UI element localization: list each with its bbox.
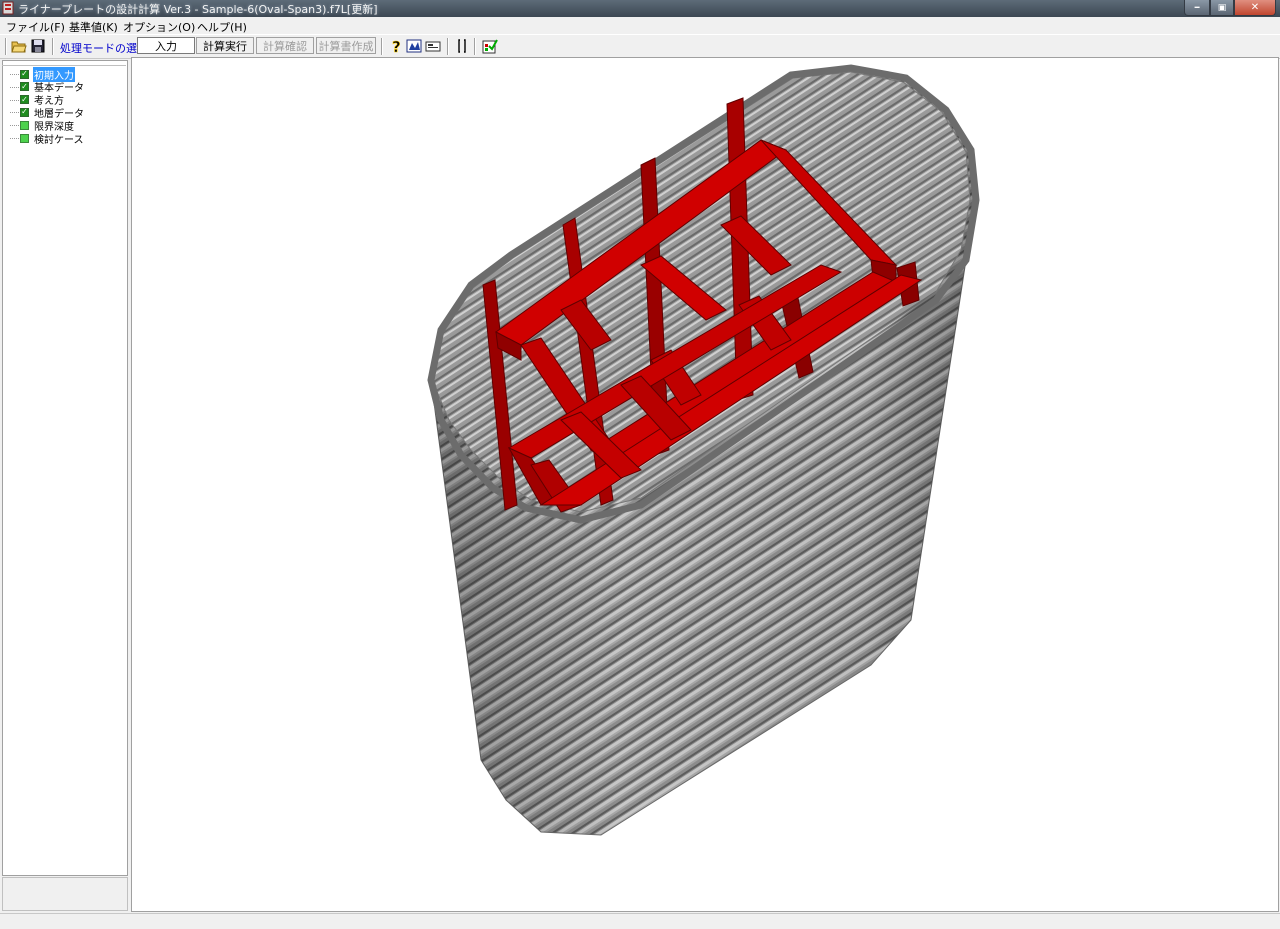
- close-icon: ✕: [1250, 2, 1260, 13]
- 3d-model-viewport[interactable]: [131, 57, 1279, 912]
- checked-box-icon[interactable]: ✓: [20, 107, 29, 117]
- menu-file[interactable]: ファイル(F): [6, 19, 65, 35]
- svg-text:?: ?: [392, 38, 401, 54]
- menu-bar: ファイル(F) 基準値(K) オプション(O) ヘルプ(H): [0, 17, 1280, 34]
- tree-connector-line: [10, 138, 19, 139]
- tree-item[interactable]: ✓ 考え方: [20, 94, 65, 107]
- title-bar: ライナープレートの設計計算 Ver.3 - Sample-6(Oval-Span…: [0, 0, 1280, 17]
- tree-item[interactable]: 限界深度: [20, 119, 75, 133]
- menu-standard[interactable]: 基準値(K): [69, 19, 118, 35]
- tree-item[interactable]: 検討ケース: [20, 132, 85, 146]
- menu-help[interactable]: ヘルプ(H): [197, 19, 247, 35]
- checked-box-icon[interactable]: ✓: [20, 82, 29, 92]
- calc-check-label: 計算確認: [263, 39, 307, 53]
- navigation-tree-pane: [2, 60, 128, 876]
- tree-pane-footer: [2, 877, 128, 911]
- checklist-icon[interactable]: [482, 38, 498, 54]
- tree-pane-header: [2, 61, 126, 66]
- mode-select-label: 処理モードの選択: [60, 42, 148, 55]
- calc-run-button[interactable]: 計算実行: [196, 37, 254, 54]
- maximize-button[interactable]: ▣: [1210, 0, 1234, 16]
- maximize-icon: ▣: [1217, 2, 1227, 13]
- tree-item[interactable]: ✓ 地層データ: [20, 106, 85, 120]
- shaft-3d-model: [427, 64, 980, 836]
- tree-connector-line: [10, 125, 19, 127]
- unchecked-box-icon[interactable]: [20, 120, 29, 130]
- tree-connector-line: [10, 86, 19, 88]
- minimize-icon: ━: [1194, 3, 1200, 12]
- checked-box-icon[interactable]: ✓: [20, 95, 29, 105]
- input-mode-label: 入力: [155, 39, 177, 53]
- tree-item[interactable]: ✓ 初期入力: [20, 66, 75, 82]
- save-disk-icon[interactable]: [30, 38, 46, 54]
- toolbar-grip: [5, 38, 7, 55]
- toolbar: 処理モードの選択 入力 計算実行 計算確認 計算書作成 ?: [0, 34, 1280, 59]
- window-title: ライナープレートの設計計算 Ver.3 - Sample-6(Oval-Span…: [18, 3, 378, 16]
- tree-connector-line: [10, 112, 19, 114]
- close-button[interactable]: ✕: [1234, 0, 1276, 16]
- app-icon: [2, 1, 14, 15]
- calc-check-button[interactable]: 計算確認: [256, 37, 314, 54]
- tree-item[interactable]: ✓ 基本データ: [20, 81, 85, 94]
- checked-box-icon[interactable]: ✓: [20, 69, 29, 79]
- minimize-button[interactable]: ━: [1184, 0, 1210, 16]
- tree-item-label: 検討ケース: [34, 134, 84, 146]
- input-mode-button[interactable]: 入力: [137, 37, 195, 54]
- bracket-icon[interactable]: [454, 38, 470, 54]
- unchecked-box-icon[interactable]: [20, 133, 29, 143]
- report-create-button[interactable]: 計算書作成: [316, 37, 376, 54]
- calc-run-label: 計算実行: [203, 39, 247, 53]
- window-controls: ━ ▣ ✕: [1184, 0, 1276, 16]
- toolbar-separator: [474, 38, 476, 55]
- tree-connector-line: [10, 74, 19, 75]
- card-icon[interactable]: [425, 38, 441, 54]
- model-view-icon[interactable]: [406, 38, 422, 54]
- report-create-label: 計算書作成: [318, 39, 374, 53]
- toolbar-separator: [381, 38, 383, 55]
- help-question-icon[interactable]: ?: [388, 38, 404, 54]
- tree-connector-line: [10, 99, 19, 101]
- toolbar-separator: [447, 38, 449, 55]
- toolbar-separator: [52, 38, 54, 55]
- status-bar: [0, 913, 1280, 929]
- menu-options[interactable]: オプション(O): [123, 19, 195, 35]
- open-folder-icon[interactable]: [11, 38, 27, 54]
